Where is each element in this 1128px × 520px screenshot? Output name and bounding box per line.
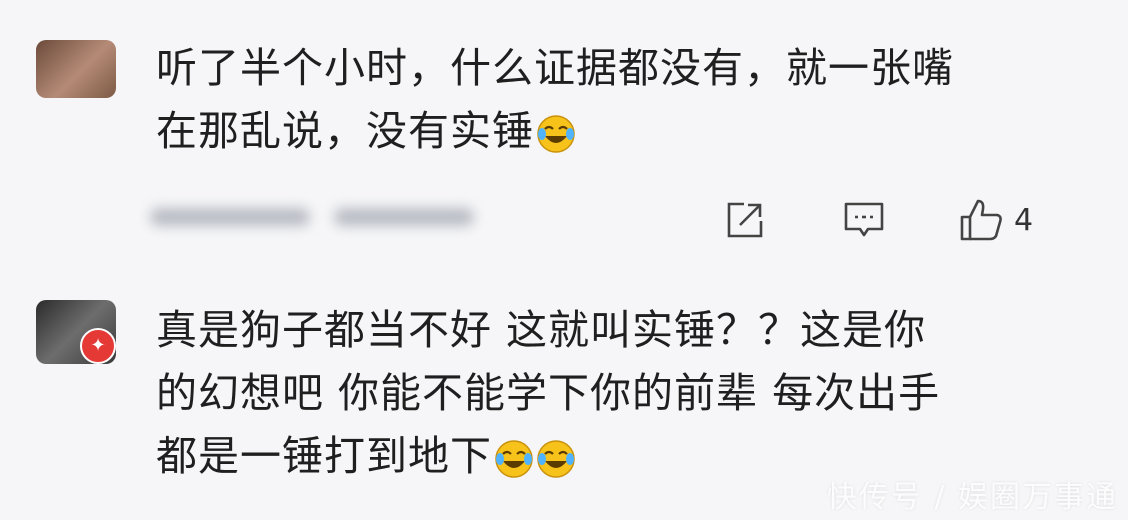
comment-icon [844,202,884,237]
watermark: 快传号 / 娱圈万事通 [826,480,1118,515]
laugh-cry-emoji [495,440,533,478]
thumbs-up-icon [960,199,1002,241]
laugh-cry-emoji [537,115,575,153]
like-count: 4 [1014,202,1034,238]
share-icon [727,202,763,238]
comment-actions: 4 [0,196,1128,244]
share-button[interactable] [724,196,766,244]
comment-item: 听了半个小时，什么证据都没有，就一张嘴 在那乱说，没有实锤 4 [0,0,1128,270]
badge-icon: ✦ [80,328,116,364]
avatar[interactable] [36,40,116,98]
like-button[interactable]: 4 [958,196,1033,244]
reply-button[interactable] [842,196,886,244]
laugh-cry-emoji [537,440,575,478]
